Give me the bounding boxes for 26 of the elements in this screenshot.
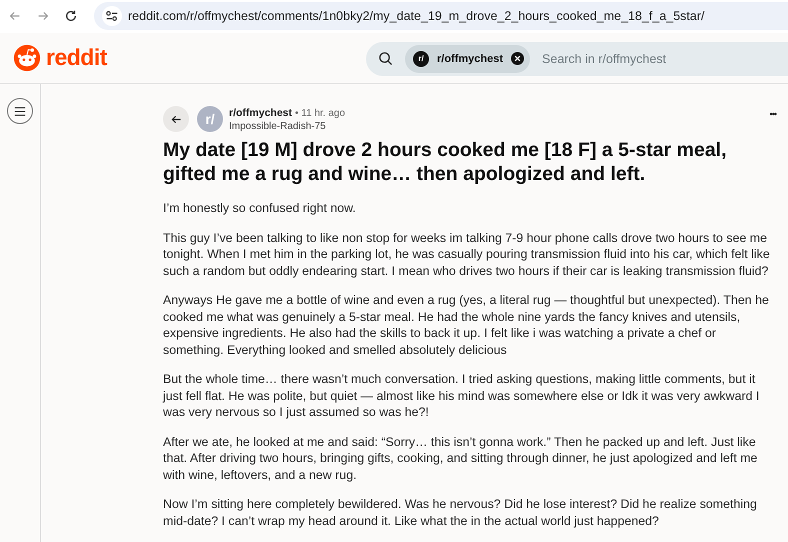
alien-logo-icon[interactable] <box>13 44 41 72</box>
site-settings-icon[interactable] <box>102 6 122 26</box>
body-paragraph: Anyways He gave me a bottle of wine and even a rug (yes, a literal rug — thoughtful but unexpected). Then he cooked me what was genuinely a 5-star meal. He had the whole nine yards the fancy knives and utensils, expensive ingredients. He also had the skills to back it up. I felt like i was watching a private a chef or something. Everything looked and smelled absolutely delicious <box>163 292 770 358</box>
search-icon <box>378 51 393 66</box>
post-title: My date [19 M] drove 2 hours cooked me [18 F] a 5-star meal, gifted me a rug and wine… then apologized and left. <box>163 138 728 186</box>
subreddit-icon: r/ <box>413 50 429 67</box>
url-text: reddit.com/r/offmychest/comments/1n0bky2/my_date_19_m_drove_2_hours_cooked_me_18_f_a_5star/ <box>128 9 704 24</box>
body-paragraph: This guy I’ve been talking to like non stop for weeks im talking 7-9 hour phone calls drove two hours to see me tonight. When I met him in the parking lot, he was casually pouring transmission fluid into his car, which felt like such a random but oddly endearing start. I mean who drives two hours if their car is leaking transmission fluid? <box>163 230 771 279</box>
body-paragraph: After we ate, he looked at me and said: “Sorry… this isn’t gonna work.” Then he packed up and left. Just like that. After driving two hours, bringing gifts, cooking, and sitting through dinner, he just apologized and left me with wine, leftovers, and a new rug. <box>163 434 758 483</box>
body-paragraph: But the whole time… there wasn’t much conversation. I tried asking questions, making little comments, but it just fell flat. He was polite, but quiet — almost like his mind was somewhere else or Idk it was very awkward I was very nervous so I just assumed so was he?! <box>163 371 760 420</box>
reload-icon[interactable] <box>64 9 78 24</box>
close-icon[interactable] <box>511 52 524 66</box>
search-field[interactable]: r/ r/offmychest Search in r/offmychest <box>366 42 788 76</box>
back-button[interactable] <box>163 106 189 132</box>
subreddit-link[interactable]: r/offmychest <box>229 107 292 119</box>
chip-label: r/offmychest <box>437 52 504 65</box>
body-paragraph: I’m honestly so confused right now. <box>163 200 357 216</box>
subreddit-chip[interactable]: r/ r/offmychest <box>405 44 530 73</box>
body-paragraph: Now I’m sitting here completely bewildered. Was he nervous? Did he lose interest? Did he realize something mid-date? I can’t wrap my head around it. Like what the in the actual world just happened? <box>163 496 758 529</box>
search-input[interactable]: Search in r/offmychest <box>536 50 788 67</box>
more-options-button[interactable]: ••• <box>770 109 776 119</box>
post-time: • 11 hr. ago <box>295 108 346 119</box>
address-bar[interactable]: reddit.com/r/offmychest/comments/1n0bky2/my_date_19_m_drove_2_hours_cooked_me_18_f_a_5star/ <box>94 2 788 30</box>
menu-button[interactable] <box>7 98 33 124</box>
author-name[interactable]: Impossible-Radish-75 <box>229 120 346 133</box>
menu-icon <box>14 106 26 116</box>
